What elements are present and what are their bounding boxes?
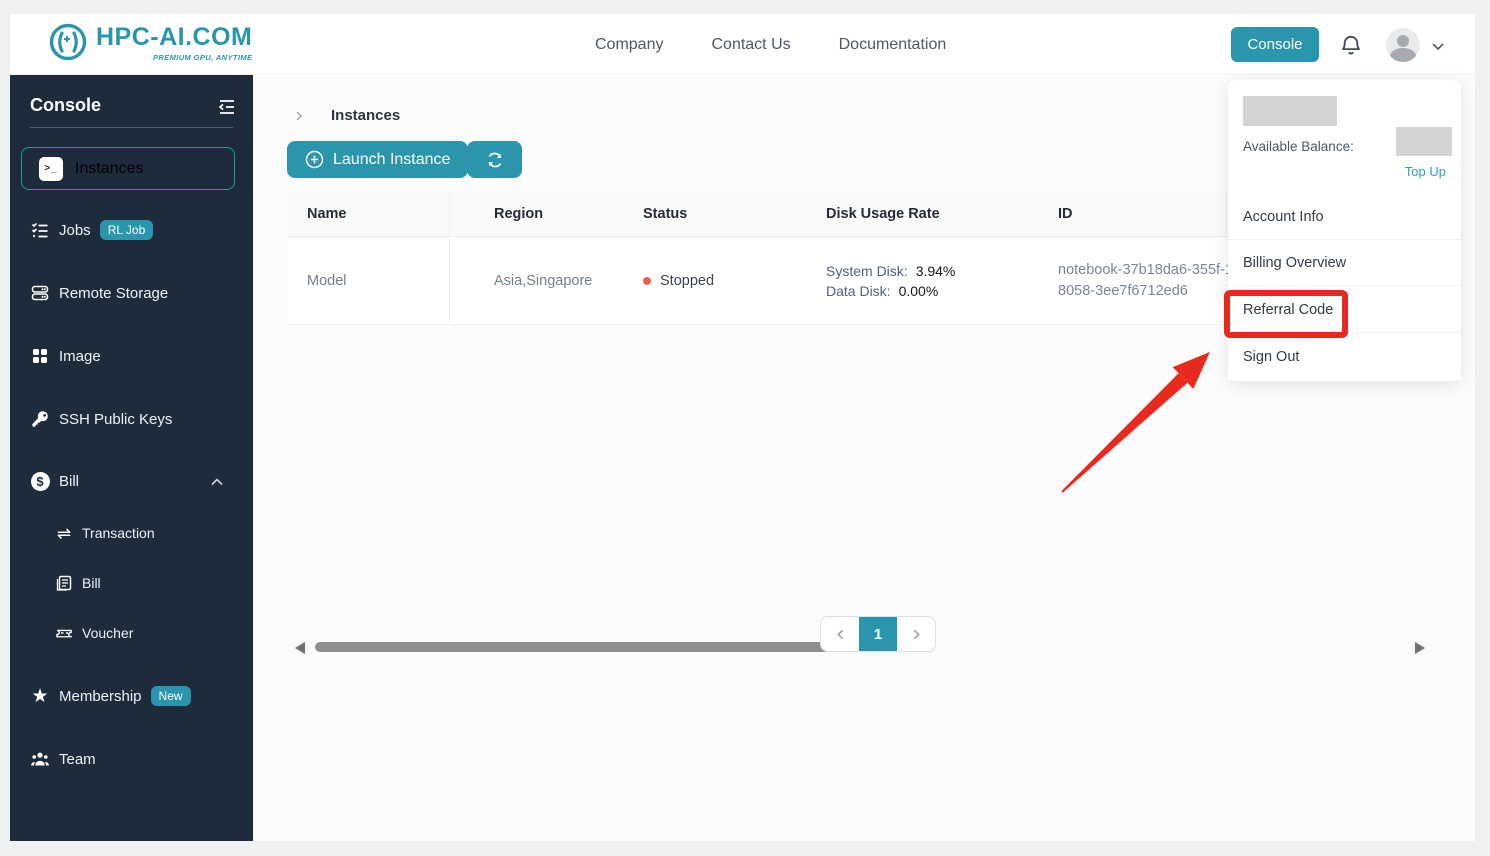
col-header-name: Name — [287, 191, 450, 236]
sidebar-item-label: Bill — [82, 575, 101, 591]
terminal-icon: >_ — [39, 156, 63, 181]
nav-company[interactable]: Company — [595, 36, 663, 54]
nav-documentation[interactable]: Documentation — [839, 36, 947, 54]
nav-contact-us[interactable]: Contact Us — [711, 36, 790, 54]
data-disk-value: 0.00% — [898, 282, 939, 299]
chevron-left-icon — [836, 629, 843, 639]
scrollbar-thumb[interactable] — [315, 642, 835, 652]
sidebar-item-label: Transaction — [82, 525, 155, 541]
logo-icon — [49, 23, 87, 61]
sidebar-item-transaction[interactable]: ⇌ Transaction — [10, 515, 253, 551]
sidebar-item-bill-sub[interactable]: Bill — [10, 565, 253, 601]
cell-disk-usage: System Disk: 3.94% Data Disk: 0.00% — [782, 259, 1014, 303]
console-sidebar: Console >_ Instances Jobs RL Job Remote … — [10, 75, 253, 841]
sidebar-item-label: Image — [59, 347, 101, 365]
sidebar-item-remote-storage[interactable]: Remote Storage — [10, 275, 253, 311]
col-header-region: Region — [494, 205, 544, 222]
sidebar-item-jobs[interactable]: Jobs RL Job — [10, 212, 253, 248]
status-stopped-dot — [643, 276, 651, 285]
key-icon — [30, 409, 50, 429]
chevron-right-icon — [913, 629, 920, 639]
sidebar-title: Console — [30, 95, 102, 115]
sidebar-item-team[interactable]: Team — [10, 741, 253, 777]
sidebar-item-label: Membership — [59, 687, 142, 705]
sidebar-item-membership[interactable]: ★ Membership New — [10, 678, 253, 714]
launch-instance-button[interactable]: Launch Instance — [287, 141, 469, 178]
sidebar-item-bill[interactable]: $ Bill — [10, 463, 253, 499]
user-avatar[interactable] — [1386, 28, 1420, 62]
sidebar-item-label: Voucher — [82, 625, 134, 641]
jobs-list-icon — [30, 220, 50, 240]
scroll-right-arrow-icon[interactable] — [1415, 642, 1425, 654]
star-icon: ★ — [31, 685, 49, 707]
system-disk-label: System Disk: — [826, 262, 908, 279]
brand-logo[interactable]: HPC-AI.COM PREMIUM GPU, ANYTIME — [48, 22, 252, 62]
data-disk-label: Data Disk: — [826, 282, 891, 299]
sidebar-item-label: SSH Public Keys — [59, 410, 173, 428]
sidebar-item-label: Team — [59, 750, 96, 768]
pagination: 1 — [820, 616, 936, 652]
voucher-ticket-icon — [55, 624, 73, 642]
menu-item-referral-code[interactable]: Referral Code — [1228, 287, 1461, 333]
pagination-next-button[interactable] — [897, 617, 935, 651]
menu-item-account-info[interactable]: Account Info — [1228, 194, 1461, 240]
top-up-link[interactable]: Top Up — [1405, 164, 1446, 179]
sidebar-collapse-icon[interactable] — [217, 97, 237, 117]
sidebar-item-ssh-public-keys[interactable]: SSH Public Keys — [10, 401, 253, 437]
dollar-circle-icon: $ — [30, 471, 50, 491]
transaction-arrows-icon: ⇌ — [56, 523, 72, 543]
avatar-body — [1390, 48, 1416, 62]
top-nav: Company Contact Us Documentation — [595, 14, 946, 75]
chevron-up-icon — [211, 478, 223, 486]
refresh-icon — [488, 152, 501, 167]
notification-bell-icon[interactable] — [1338, 32, 1364, 58]
sidebar-item-voucher[interactable]: Voucher — [10, 615, 253, 651]
avatar-head — [1397, 35, 1409, 47]
col-header-status: Status — [643, 205, 688, 222]
storage-server-icon — [30, 283, 50, 303]
available-balance-label: Available Balance: — [1243, 139, 1354, 154]
breadcrumb: Instances — [293, 107, 400, 124]
sidebar-item-label: Jobs — [59, 221, 91, 239]
scroll-left-arrow-icon[interactable] — [295, 642, 305, 654]
sidebar-item-label: Bill — [59, 472, 80, 490]
plus-circle-icon — [305, 150, 324, 169]
brand-name: HPC-AI.COM — [96, 22, 253, 51]
account-chevron-down-icon[interactable] — [1430, 38, 1446, 54]
pagination-prev-button[interactable] — [821, 617, 859, 651]
redacted-username-block — [1243, 96, 1337, 126]
breadcrumb-label: Instances — [331, 107, 401, 124]
launch-instance-label: Launch Instance — [333, 150, 451, 168]
cell-status: Stopped — [599, 273, 782, 289]
cell-region: Asia,Singapore — [494, 272, 593, 289]
rl-job-badge: RL Job — [99, 220, 154, 240]
pagination-page-1[interactable]: 1 — [859, 617, 897, 651]
sidebar-divider — [30, 127, 233, 128]
breadcrumb-chevron-icon — [296, 110, 303, 121]
status-label: Stopped — [660, 272, 715, 289]
image-grid-icon — [30, 346, 50, 366]
sidebar-item-instances[interactable]: >_ Instances — [21, 147, 235, 190]
menu-item-sign-out[interactable]: Sign Out — [1228, 334, 1461, 380]
col-header-disk-usage: Disk Usage Rate — [826, 205, 940, 222]
sidebar-item-label: Remote Storage — [59, 284, 169, 302]
menu-item-billing-overview[interactable]: Billing Overview — [1228, 240, 1461, 286]
new-badge: New — [150, 686, 191, 706]
sidebar-item-label: Instances — [75, 159, 144, 177]
redacted-balance-block — [1396, 127, 1452, 156]
team-people-icon — [30, 749, 50, 769]
refresh-button[interactable] — [467, 141, 522, 178]
bill-document-icon — [55, 574, 73, 592]
app-window: HPC-AI.COM PREMIUM GPU, ANYTIME Company … — [10, 14, 1475, 841]
cell-name: Model — [287, 237, 450, 324]
account-dropdown-menu: Available Balance: Top Up Account Info B… — [1228, 80, 1461, 381]
console-button[interactable]: Console — [1231, 27, 1319, 62]
logo-text: HPC-AI.COM PREMIUM GPU, ANYTIME — [96, 23, 252, 62]
brand-tagline: PREMIUM GPU, ANYTIME — [152, 52, 253, 62]
top-header: HPC-AI.COM PREMIUM GPU, ANYTIME Company … — [10, 14, 1475, 75]
sidebar-item-image[interactable]: Image — [10, 338, 253, 374]
system-disk-value: 3.94% — [915, 262, 956, 279]
